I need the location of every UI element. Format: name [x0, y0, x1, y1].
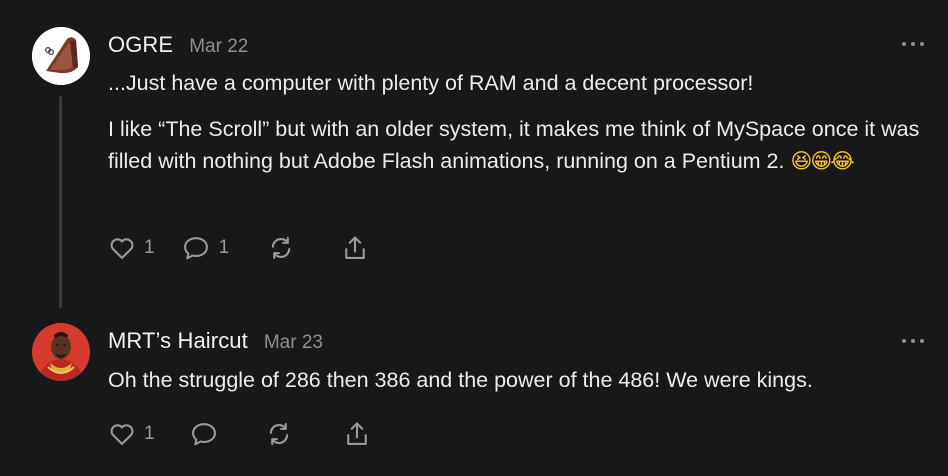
comment-paragraph: I like “The Scroll” but with an older sy… [108, 113, 928, 177]
more-dot [902, 339, 906, 343]
thread-line [59, 96, 62, 308]
restack-icon [271, 237, 291, 259]
share-button[interactable] [341, 234, 369, 262]
more-dot [911, 339, 915, 343]
avatar-mrts-haircut[interactable] [32, 323, 90, 381]
like-count: 1 [144, 237, 155, 258]
comment-paragraph: Oh the struggle of 286 then 386 and the … [108, 368, 813, 392]
reply-button[interactable]: 1 [181, 234, 230, 262]
more-dot [911, 42, 915, 46]
comment-icon [191, 423, 216, 446]
more-icon[interactable] [902, 336, 924, 346]
comment-header: MRT’s Haircut Mar 23 [108, 328, 323, 354]
comment-paragraph: ...Just have a computer with plenty of R… [108, 71, 754, 95]
comment-actions: 1 [108, 418, 371, 450]
comment-body: ...Just have a computer with plenty of R… [108, 67, 928, 177]
restack-button[interactable] [267, 234, 295, 262]
avatar-image [32, 27, 90, 85]
author-name[interactable]: OGRE [108, 32, 173, 58]
comment-date[interactable]: Mar 22 [189, 36, 248, 58]
heart-icon [110, 238, 134, 259]
share-icon [345, 236, 365, 259]
restack-button[interactable] [265, 420, 293, 448]
avatar-image [32, 323, 90, 381]
heart-icon [110, 424, 134, 445]
like-count: 1 [144, 423, 155, 444]
reply-button[interactable] [189, 420, 219, 448]
more-dot [920, 339, 924, 343]
comment-date[interactable]: Mar 23 [264, 332, 323, 354]
more-icon[interactable] [902, 39, 924, 49]
like-button[interactable]: 1 [108, 420, 155, 448]
more-dot [920, 42, 924, 46]
emoji-group: 😆😁😂 [790, 149, 854, 173]
reply-count: 1 [218, 237, 230, 258]
comment-actions: 1 1 [108, 232, 369, 264]
like-button[interactable]: 1 [108, 234, 155, 262]
author-name[interactable]: MRT’s Haircut [108, 328, 248, 354]
comment-body: Oh the struggle of 286 then 386 and the … [108, 364, 928, 396]
comment-icon [183, 237, 208, 260]
restack-icon [269, 423, 288, 445]
comment-header: OGRE Mar 22 [108, 32, 248, 58]
share-icon [346, 422, 367, 445]
avatar-ogre[interactable] [32, 27, 90, 85]
more-dot [902, 42, 906, 46]
share-button[interactable] [343, 420, 371, 448]
